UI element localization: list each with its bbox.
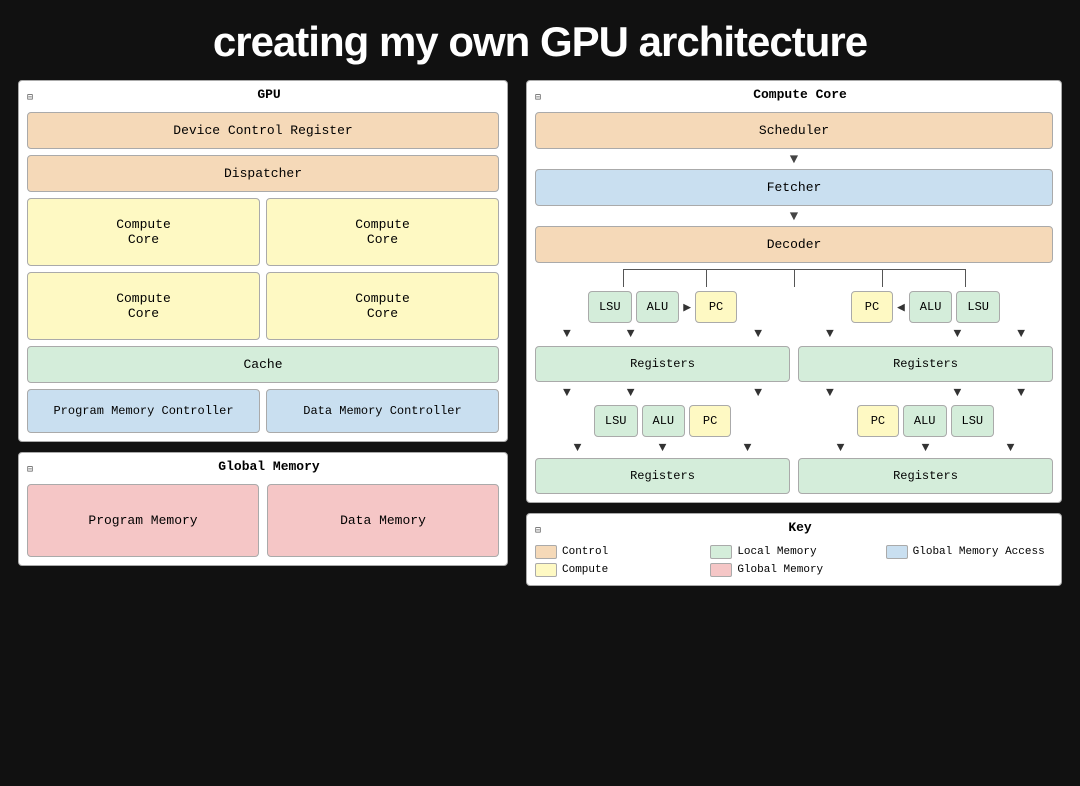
memory-controllers: Program Memory Controller Data Memory Co… (27, 389, 499, 433)
page-title: creating my own GPU architecture (213, 0, 867, 80)
program-memory-controller: Program Memory Controller (27, 389, 260, 433)
global-mem-grid: Program Memory Data Memory (27, 484, 499, 557)
left-lsu-1: LSU (588, 291, 632, 323)
gpu-inner: Device Control Register Dispatcher Compu… (27, 112, 499, 433)
right-lsu-2: LSU (951, 405, 995, 437)
right-pc-1: PC (851, 291, 893, 323)
left-branch-units-2: LSU ALU PC (594, 405, 731, 437)
key-control-label: Control (562, 546, 608, 558)
left-alu-2: ALU (642, 405, 686, 437)
pc-alu-arrow-right: ◀ (897, 300, 905, 315)
key-compute-label: Compute (562, 564, 608, 576)
program-memory: Program Memory (27, 484, 259, 557)
scheduler: Scheduler (535, 112, 1053, 149)
key-global-memory-swatch (710, 563, 732, 577)
left-alu-1: ALU (636, 291, 680, 323)
key-compute-swatch (535, 563, 557, 577)
data-memory: Data Memory (267, 484, 499, 557)
right-alu-1: ALU (909, 291, 953, 323)
key-control-swatch (535, 545, 557, 559)
left-column: ⊟ GPU Device Control Register Dispatcher… (18, 80, 508, 586)
compute-core-panel-icon: ⊟ (535, 92, 541, 104)
left-arrows-2: ▼ ▼ ▼ ▼ (535, 386, 790, 401)
key-global-memory: Global Memory (710, 563, 877, 577)
right-pc-2: PC (857, 405, 899, 437)
left-branch: LSU ALU ▶ PC ▼ ▼ ▼ ▼ Registers (535, 291, 790, 494)
key-global-memory-access: Global Memory Access (886, 545, 1053, 559)
key-global-memory-access-swatch (886, 545, 908, 559)
left-pc-2: PC (689, 405, 731, 437)
global-memory-panel: ⊟ Global Memory Program Memory Data Memo… (18, 452, 508, 566)
left-arrows-1: ▼ ▼ ▼ ▼ (535, 327, 790, 342)
key-panel: ⊟ Key Control Local Memory Global Memory… (526, 513, 1062, 586)
left-lsu-2: LSU (594, 405, 638, 437)
gpu-panel-title: GPU (39, 87, 499, 102)
right-arrows-1: ▼ ▼ ▼ ▼ (798, 327, 1053, 342)
decoder: Decoder (535, 226, 1053, 263)
left-branch-units-1: LSU ALU ▶ PC (588, 291, 737, 323)
right-branch: PC ◀ ALU LSU ▼ ▼ ▼ ▼ Registers (798, 291, 1053, 494)
gpu-panel-icon: ⊟ (27, 92, 33, 104)
right-lsu-1: LSU (956, 291, 1000, 323)
compute-core-panel: ⊟ Compute Core Scheduler ▼ Fetcher ▼ Dec… (526, 80, 1062, 503)
key-compute: Compute (535, 563, 702, 577)
right-registers-1: Registers (798, 346, 1053, 382)
key-local-memory-label: Local Memory (737, 546, 816, 558)
compute-core-panel-title: Compute Core (547, 87, 1053, 102)
right-arrows-2: ▼ ▼ ▼ ▼ (798, 386, 1053, 401)
cores-grid: ComputeCore ComputeCore ComputeCore Comp… (27, 198, 499, 340)
left-arrows-3: ▼ ▼ ▼ (535, 441, 790, 454)
key-panel-icon: ⊟ (535, 525, 541, 537)
compute-core-1: ComputeCore (27, 198, 260, 266)
compute-core-3: ComputeCore (27, 272, 260, 340)
arrow-scheduler-fetcher: ▼ (790, 153, 798, 165)
device-control-register: Device Control Register (27, 112, 499, 149)
key-local-memory-swatch (710, 545, 732, 559)
arrow-fetcher-decoder: ▼ (790, 210, 798, 222)
right-arrows-3: ▼ ▼ ▼ (798, 441, 1053, 454)
decoder-branches-visual (535, 269, 1053, 287)
left-registers-2: Registers (535, 458, 790, 494)
key-control: Control (535, 545, 702, 559)
alu-pc-arrow-left: ▶ (683, 300, 691, 315)
data-memory-controller: Data Memory Controller (266, 389, 499, 433)
global-mem-title: Global Memory (39, 459, 499, 474)
key-grid: Control Local Memory Global Memory Acces… (535, 545, 1053, 577)
compute-inner: Scheduler ▼ Fetcher ▼ Decoder (535, 112, 1053, 494)
right-column: ⊟ Compute Core Scheduler ▼ Fetcher ▼ Dec… (526, 80, 1062, 586)
left-pc-1: PC (695, 291, 737, 323)
right-alu-2: ALU (903, 405, 947, 437)
right-branch-units-2: PC ALU LSU (857, 405, 994, 437)
right-branch-units-1: PC ◀ ALU LSU (851, 291, 1000, 323)
gpu-panel: ⊟ GPU Device Control Register Dispatcher… (18, 80, 508, 442)
key-global-memory-label: Global Memory (737, 564, 823, 576)
dispatcher: Dispatcher (27, 155, 499, 192)
cache: Cache (27, 346, 499, 383)
key-global-memory-access-label: Global Memory Access (913, 546, 1045, 558)
key-local-memory: Local Memory (710, 545, 877, 559)
global-mem-icon: ⊟ (27, 464, 33, 476)
left-registers-1: Registers (535, 346, 790, 382)
right-registers-2: Registers (798, 458, 1053, 494)
key-panel-title: Key (547, 520, 1053, 535)
fetcher: Fetcher (535, 169, 1053, 206)
branches-container: LSU ALU ▶ PC ▼ ▼ ▼ ▼ Registers (535, 291, 1053, 494)
compute-core-4: ComputeCore (266, 272, 499, 340)
compute-core-2: ComputeCore (266, 198, 499, 266)
